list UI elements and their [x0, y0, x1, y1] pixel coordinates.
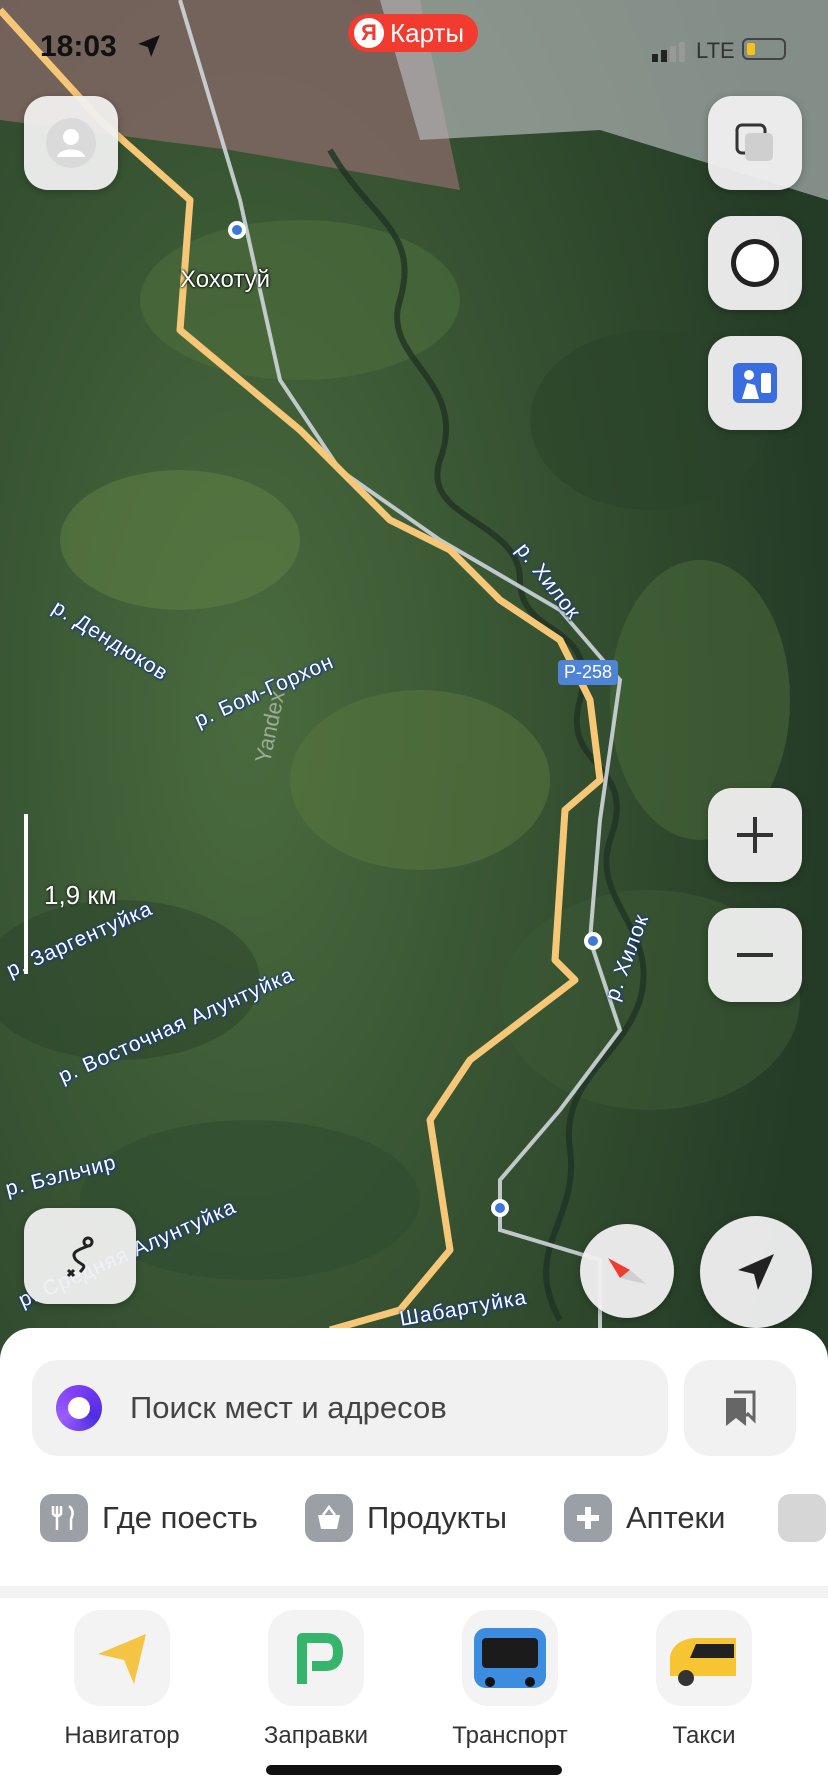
zoom-out-button[interactable]	[708, 908, 802, 1002]
dock-label: Такси	[672, 1722, 736, 1749]
category-groceries[interactable]: Продукты	[305, 1494, 507, 1542]
road-badge: Р-258	[558, 660, 619, 685]
category-food[interactable]: Где поесть	[40, 1494, 258, 1542]
alice-icon[interactable]	[56, 1385, 102, 1431]
dock-taxi[interactable]: Такси	[614, 1610, 794, 1750]
status-bar: 18:03 Я Карты LTE	[0, 0, 828, 100]
category-pharmacy[interactable]: Аптеки	[564, 1494, 725, 1542]
basket-icon	[305, 1494, 353, 1542]
category-label: Где поесть	[102, 1500, 258, 1535]
layers-button[interactable]	[708, 96, 802, 190]
sheet-divider	[0, 1586, 828, 1598]
network-type: LTE	[696, 38, 735, 63]
map-guide-icon	[733, 363, 777, 403]
dock-navigator[interactable]: Навигатор	[32, 1610, 212, 1750]
dock-label: Навигатор	[64, 1722, 180, 1749]
yandex-logo-icon: Я	[354, 18, 384, 48]
plus-icon	[564, 1494, 612, 1542]
battery-icon	[742, 38, 786, 60]
location-arrow-icon	[138, 35, 160, 57]
profile-button[interactable]	[24, 96, 118, 190]
layers-icon	[735, 123, 773, 161]
town-label[interactable]: Хохотуй	[180, 266, 270, 294]
alice-button[interactable]	[708, 216, 802, 310]
fork-knife-icon	[40, 1494, 88, 1542]
guide-button[interactable]	[708, 336, 802, 430]
dock-label: Заправки	[263, 1722, 369, 1749]
bookmarks-icon	[726, 1390, 756, 1426]
compass-icon	[608, 1258, 646, 1284]
user-avatar-icon	[46, 118, 96, 168]
app-brand-badge: Я Карты	[348, 14, 479, 52]
circle-icon	[731, 239, 779, 287]
signal-icon	[652, 42, 685, 62]
app-name: Карты	[390, 17, 465, 48]
scissors-icon	[778, 1494, 826, 1542]
scale-label: 1,9 км	[44, 880, 117, 910]
bookmarks-button[interactable]	[684, 1360, 796, 1456]
category-label: Продукты	[367, 1500, 508, 1535]
category-label: Аптеки	[626, 1500, 726, 1535]
navigation-arrow-icon	[738, 1254, 774, 1290]
search-bar[interactable]: Поиск мест и адресов	[32, 1360, 668, 1456]
route-button[interactable]	[24, 1208, 136, 1304]
scale-bar	[24, 814, 28, 974]
navigator-icon	[74, 1610, 170, 1706]
search-placeholder[interactable]: Поиск мест и адресов	[130, 1390, 447, 1426]
route-icon	[66, 1236, 94, 1278]
status-time: 18:03	[40, 30, 117, 63]
dock-label: Транспорт	[452, 1722, 568, 1749]
plus-icon	[737, 817, 773, 853]
category-more[interactable]	[778, 1494, 826, 1542]
home-indicator[interactable]	[266, 1765, 562, 1775]
bus-icon	[462, 1610, 558, 1706]
bottom-sheet: Поиск мест и адресов Где поесть Продукты…	[0, 1328, 828, 1792]
taxi-icon	[656, 1610, 752, 1706]
compass-button[interactable]	[580, 1224, 674, 1318]
zoom-in-button[interactable]	[708, 788, 802, 882]
minus-icon	[737, 953, 773, 957]
dock-fuel[interactable]: Заправки	[226, 1610, 406, 1750]
fuel-icon	[268, 1610, 364, 1706]
my-location-button[interactable]	[700, 1216, 812, 1328]
dock-transport[interactable]: Транспорт	[420, 1610, 600, 1750]
